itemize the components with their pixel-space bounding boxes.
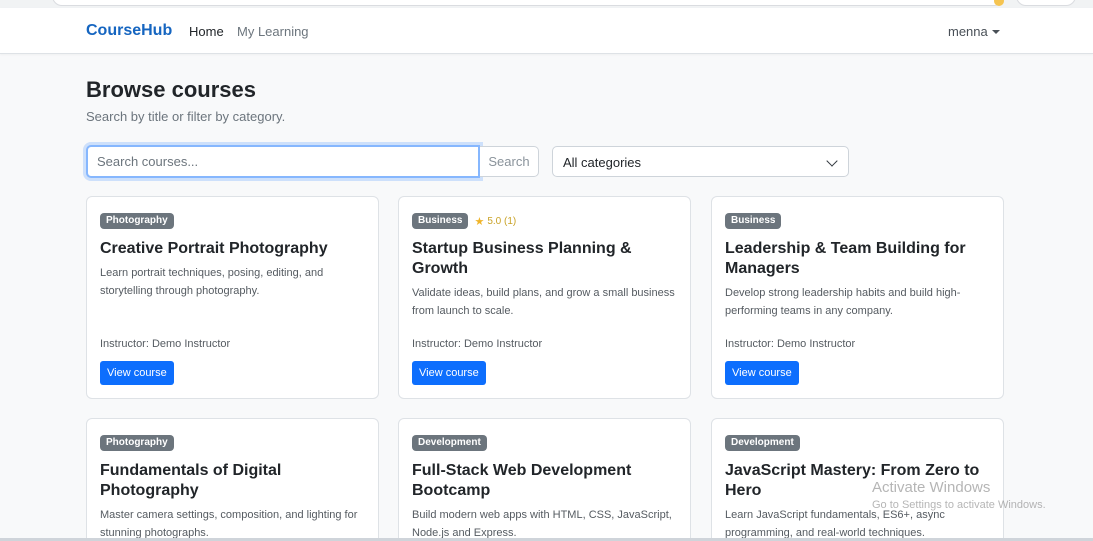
course-card: Development Full-Stack Web Development B… [398, 418, 691, 541]
search-button[interactable]: Search [480, 146, 539, 177]
browser-profile-pill[interactable] [1016, 0, 1076, 6]
category-select[interactable]: All categories [552, 146, 849, 177]
page-title: Browse courses [86, 77, 256, 102]
course-card: Photography Fundamentals of Digital Phot… [86, 418, 379, 541]
page-subtitle: Search by title or filter by category. [86, 109, 286, 124]
brand-logo[interactable]: CourseHub [86, 22, 172, 40]
course-instructor: Instructor: Demo Instructor [100, 338, 231, 350]
course-instructor: Instructor: Demo Instructor [412, 338, 543, 350]
activate-windows-watermark: Activate Windows Go to Settings to activ… [872, 479, 1046, 511]
top-navbar: CourseHub Home My Learning menna [0, 8, 1093, 54]
caret-down-icon [991, 30, 1000, 34]
category-badge: Business [412, 213, 469, 229]
course-description: Develop strong leadership habits and bui… [725, 287, 961, 317]
category-badge: Photography [100, 213, 174, 229]
nav-link-home[interactable]: Home [189, 24, 224, 39]
user-menu-toggle[interactable]: menna [948, 24, 1000, 39]
watermark-subtitle: Go to Settings to activate Windows. [872, 499, 1046, 511]
search-input[interactable] [86, 145, 480, 178]
browser-extension-icon[interactable] [994, 0, 1004, 6]
category-badge: Business [725, 213, 782, 229]
course-description: Learn JavaScript fundamentals, ES6+, asy… [725, 509, 945, 539]
course-card: Photography Creative Portrait Photograph… [86, 196, 379, 399]
course-card: Business ★ 5.0 (1) Startup Business Plan… [398, 196, 691, 399]
view-course-button[interactable]: View course [100, 361, 174, 385]
view-course-button[interactable]: View course [412, 361, 486, 385]
user-name: menna [948, 24, 988, 39]
star-icon: ★ [474, 215, 485, 228]
course-title: Fundamentals of Digital Photography [100, 462, 282, 499]
watermark-title: Activate Windows [872, 479, 991, 496]
course-description: Learn portrait techniques, posing, editi… [100, 267, 324, 297]
course-description: Build modern web apps with HTML, CSS, Ja… [412, 509, 672, 539]
course-description: Master camera settings, composition, and… [100, 509, 358, 539]
course-title: Full-Stack Web Development Bootcamp [412, 462, 632, 499]
course-rating: ★ 5.0 (1) [474, 215, 516, 228]
category-badge: Development [725, 435, 800, 451]
rating-value: 5.0 (1) [487, 215, 517, 227]
category-badge: Development [412, 435, 487, 451]
browser-address-bar[interactable] [52, 0, 1004, 6]
course-title: Creative Portrait Photography [100, 240, 328, 257]
browser-chrome-strip [0, 0, 1093, 8]
view-course-button[interactable]: View course [725, 361, 799, 385]
course-title: Leadership & Team Building for Managers [725, 240, 966, 277]
course-card: Business Leadership & Team Building for … [711, 196, 1004, 399]
chevron-down-icon [826, 155, 838, 167]
course-instructor: Instructor: Demo Instructor [725, 338, 856, 350]
category-select-value: All categories [563, 155, 642, 170]
course-description: Validate ideas, build plans, and grow a … [412, 287, 675, 317]
category-badge: Photography [100, 435, 174, 451]
nav-link-my-learning[interactable]: My Learning [237, 24, 309, 39]
course-title: Startup Business Planning & Growth [412, 240, 632, 277]
